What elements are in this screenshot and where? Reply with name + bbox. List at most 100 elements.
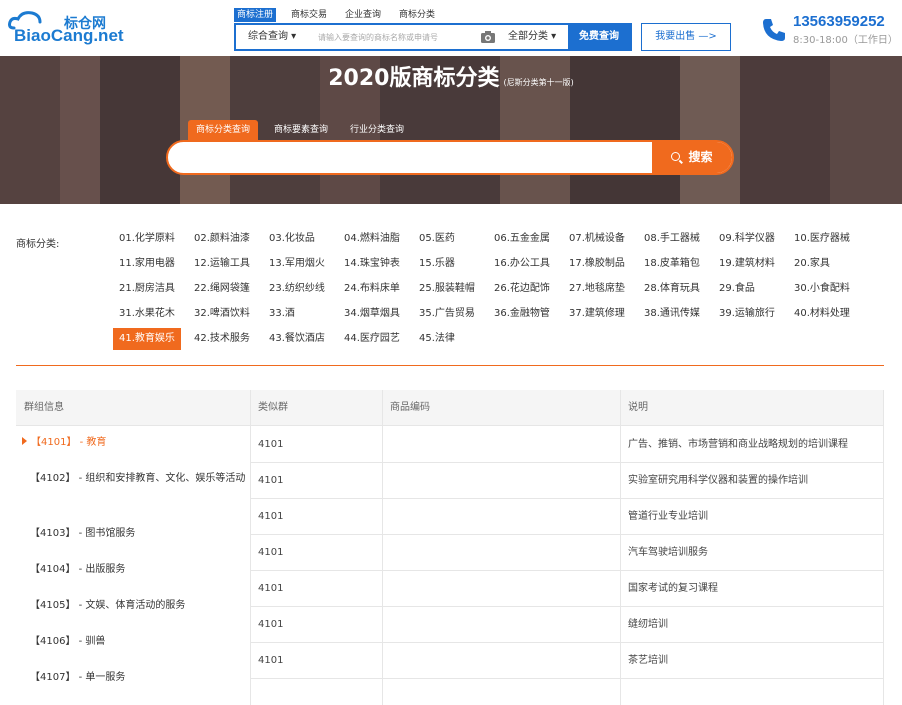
product-code-cell: [382, 535, 620, 571]
similar-group-cell: 4101: [250, 499, 382, 535]
description-cell: 汽车驾驶培训服务: [620, 535, 883, 571]
category-item[interactable]: 43.餐饮酒店: [263, 328, 331, 350]
header-similar-group: 类似群: [250, 390, 382, 426]
similar-group-cell: [250, 679, 382, 705]
nav-tab-trademark-register[interactable]: 商标注册: [234, 8, 277, 22]
group-list-item[interactable]: 【4103】 - 图书馆服务: [16, 525, 250, 543]
group-list-item[interactable]: 【4106】 - 驯兽: [16, 633, 250, 651]
category-item[interactable]: 22.绳网袋篷: [188, 278, 256, 300]
sell-trademark-button[interactable]: 我要出售 —>: [641, 23, 731, 51]
category-item[interactable]: 34.烟草烟具: [338, 303, 406, 325]
category-item[interactable]: 35.广告贸易: [413, 303, 481, 325]
similar-group-cell: 4101: [250, 535, 382, 571]
tab-element-query[interactable]: 商标要素查询: [266, 120, 336, 140]
category-item[interactable]: 19.建筑材料: [713, 253, 781, 275]
caret-right-icon: [22, 437, 27, 445]
description-cell: 国家考试的复习课程: [620, 571, 883, 607]
category-item[interactable]: 10.医疗器械: [788, 228, 856, 250]
search-type-select[interactable]: 综合查询 ▾: [248, 25, 296, 49]
category-item[interactable]: 25.服装鞋帽: [413, 278, 481, 300]
product-code-cell: [382, 643, 620, 679]
category-item[interactable]: 08.手工器械: [638, 228, 706, 250]
free-query-button[interactable]: 免费查询: [568, 25, 630, 49]
product-code-cell: [382, 679, 620, 705]
category-item[interactable]: 18.皮革箱包: [638, 253, 706, 275]
category-item[interactable]: 01.化学原料: [113, 228, 181, 250]
category-item[interactable]: 39.运输旅行: [713, 303, 781, 325]
category-item[interactable]: 32.啤酒饮料: [188, 303, 256, 325]
description-cell: 管道行业专业培训: [620, 499, 883, 535]
category-item[interactable]: 11.家用电器: [113, 253, 181, 275]
category-item[interactable]: 36.金融物管: [488, 303, 556, 325]
category-item[interactable]: 41.教育娱乐: [113, 328, 181, 350]
product-code-cell: [382, 607, 620, 643]
category-item[interactable]: 29.食品: [713, 278, 761, 300]
category-item[interactable]: 38.通讯传媒: [638, 303, 706, 325]
product-code-cell: [382, 427, 620, 463]
category-item[interactable]: 21.厨房洁具: [113, 278, 181, 300]
category-item[interactable]: 44.医疗园艺: [338, 328, 406, 350]
category-item[interactable]: 15.乐器: [413, 253, 461, 275]
category-item[interactable]: 28.体育玩具: [638, 278, 706, 300]
group-list-item-label: 【4106】 - 驯兽: [30, 636, 106, 647]
description-cell: [620, 679, 883, 705]
section-divider: [16, 365, 884, 366]
category-item[interactable]: 02.颜料油漆: [188, 228, 256, 250]
category-item[interactable]: 14.珠宝钟表: [338, 253, 406, 275]
logo-en-text: BiaoCang.net: [14, 26, 124, 45]
category-item[interactable]: 33.酒: [263, 303, 301, 325]
category-item[interactable]: 23.纺织纱线: [263, 278, 331, 300]
banner-subtitle: (尼斯分类第十一版): [503, 78, 574, 87]
similar-group-cell: 4101: [250, 607, 382, 643]
group-list-item-label: 【4103】 - 图书馆服务: [30, 528, 136, 539]
category-item[interactable]: 07.机械设备: [563, 228, 631, 250]
site-logo[interactable]: 标仓网 BiaoCang.net: [8, 10, 128, 46]
group-list-item[interactable]: 【4107】 - 单一服务: [16, 669, 250, 687]
header-search-input[interactable]: [318, 29, 478, 45]
group-list-item-label: 【4101】 - 教育: [31, 437, 107, 448]
category-label: 商标分类:: [16, 239, 60, 250]
category-item[interactable]: 16.办公工具: [488, 253, 556, 275]
search-icon: [671, 152, 681, 161]
nav-tab-trademark-classes[interactable]: 商标分类: [396, 8, 438, 22]
banner-search-input[interactable]: [182, 148, 642, 168]
product-code-cell: [382, 571, 620, 607]
tab-class-query[interactable]: 商标分类查询: [188, 120, 259, 140]
category-item[interactable]: 12.运输工具: [188, 253, 256, 275]
camera-icon[interactable]: [480, 30, 496, 44]
class-detail-table: 群组信息 类似群 商品编码 说明 4101 广告、推销、市场营销和商业战略规划的培…: [16, 390, 884, 705]
header-search-bar: 综合查询 ▾ 全部分类 ▾ 免费查询: [234, 23, 632, 51]
category-item[interactable]: 30.小食配料: [788, 278, 856, 300]
category-item[interactable]: 26.花边配饰: [488, 278, 556, 300]
category-item[interactable]: 13.军用烟火: [263, 253, 331, 275]
category-item[interactable]: 31.水果花木: [113, 303, 181, 325]
category-item[interactable]: 24.布料床单: [338, 278, 406, 300]
category-item[interactable]: 42.技术服务: [188, 328, 256, 350]
nav-tab-trademark-trade[interactable]: 商标交易: [288, 8, 330, 22]
category-item[interactable]: 03.化妆品: [263, 228, 321, 250]
category-item[interactable]: 27.地毯席垫: [563, 278, 631, 300]
tab-industry-query[interactable]: 行业分类查询: [342, 120, 412, 140]
description-cell: 广告、推销、市场营销和商业战略规划的培训课程: [620, 427, 883, 463]
group-list-item[interactable]: 【4105】 - 文娱、体育活动的服务: [16, 597, 250, 615]
category-item[interactable]: 17.橡胶制品: [563, 253, 631, 275]
nav-tab-company-query[interactable]: 企业查询: [342, 8, 384, 22]
category-item[interactable]: 37.建筑修理: [563, 303, 631, 325]
category-item[interactable]: 20.家具: [788, 253, 836, 275]
category-item[interactable]: 04.燃料油脂: [338, 228, 406, 250]
banner-search-button[interactable]: 搜索: [652, 142, 732, 173]
group-list-item[interactable]: 【4104】 - 出版服务: [16, 561, 250, 579]
similar-group-cell: 4101: [250, 571, 382, 607]
category-item[interactable]: 05.医药: [413, 228, 461, 250]
group-list-item[interactable]: 【4102】 - 组织和安排教育、文化、娱乐等活动: [16, 470, 250, 488]
search-category-select[interactable]: 全部分类 ▾: [508, 25, 556, 49]
description-cell: 缝纫培训: [620, 607, 883, 643]
banner-title: 2020版商标分类 (尼斯分类第十一版): [0, 60, 902, 92]
group-list-item[interactable]: 【4101】 - 教育: [16, 434, 250, 452]
group-list-item-label: 【4104】 - 出版服务: [30, 564, 126, 575]
category-item[interactable]: 45.法律: [413, 328, 461, 350]
category-item[interactable]: 40.材料处理: [788, 303, 856, 325]
category-item[interactable]: 09.科学仪器: [713, 228, 781, 250]
phone-number: 13563959252: [793, 13, 885, 30]
category-item[interactable]: 06.五金金属: [488, 228, 556, 250]
